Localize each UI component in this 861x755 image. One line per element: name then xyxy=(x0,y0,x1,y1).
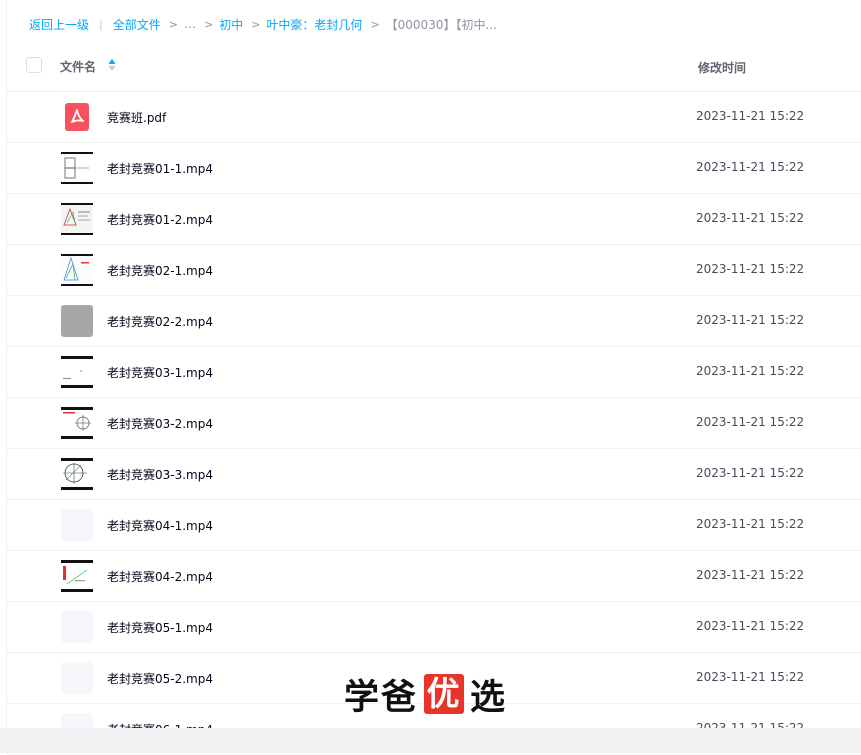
file-row[interactable]: 竞赛班.pdf 2023-11-21 15:22 xyxy=(7,92,861,143)
file-modified-time: 2023-11-21 15:22 xyxy=(696,160,805,174)
file-modified-time: 2023-11-21 15:22 xyxy=(696,415,805,429)
breadcrumb-level1[interactable]: 初中 xyxy=(219,16,243,33)
breadcrumb-divider: | xyxy=(99,17,103,31)
file-row[interactable]: 老封竞赛03-1.mp4 2023-11-21 15:22 xyxy=(7,347,861,398)
back-link[interactable]: 返回上一级 xyxy=(29,16,89,33)
file-name[interactable]: 老封竞赛02-1.mp4 xyxy=(107,262,213,279)
file-list-header: 文件名 修改时间 xyxy=(7,40,861,92)
file-row[interactable]: 老封竞赛02-1.mp4 2023-11-21 15:22 xyxy=(7,245,861,296)
file-name[interactable]: 老封竞赛01-1.mp4 xyxy=(107,160,213,177)
file-modified-time: 2023-11-21 15:22 xyxy=(696,670,805,684)
file-name[interactable]: 老封竞赛05-1.mp4 xyxy=(107,619,213,636)
time-column-header[interactable]: 修改时间 xyxy=(698,59,746,76)
file-name[interactable]: 老封竞赛03-3.mp4 xyxy=(107,466,213,483)
file-row[interactable]: 老封竞赛01-2.mp4 2023-11-21 15:22 xyxy=(7,194,861,245)
file-name[interactable]: 老封竞赛03-1.mp4 xyxy=(107,364,213,381)
file-modified-time: 2023-11-21 15:22 xyxy=(696,364,805,378)
breadcrumb-level2[interactable]: 叶中豪：老封几何 xyxy=(266,16,362,33)
select-all-checkbox[interactable] xyxy=(26,57,42,73)
video-thumbnail xyxy=(61,458,93,490)
watermark-char: 选 xyxy=(470,676,508,718)
file-modified-time: 2023-11-21 15:22 xyxy=(696,568,805,582)
video-placeholder-icon xyxy=(61,662,93,694)
file-name[interactable]: 竞赛班.pdf xyxy=(107,109,166,126)
file-row[interactable]: 老封竞赛04-1.mp4 2023-11-21 15:22 xyxy=(7,500,861,551)
video-thumbnail xyxy=(61,254,93,286)
file-row[interactable]: 老封竞赛03-2.mp4 2023-11-21 15:22 xyxy=(7,398,861,449)
file-name[interactable]: 老封竞赛04-1.mp4 xyxy=(107,517,213,534)
breadcrumb-chevron-icon: > xyxy=(251,17,261,31)
file-name[interactable]: 老封竞赛01-2.mp4 xyxy=(107,211,213,228)
breadcrumb-chevron-icon: > xyxy=(203,17,214,31)
file-row[interactable]: 老封竞赛02-2.mp4 2023-11-21 15:22 xyxy=(7,296,861,347)
breadcrumb-current: 【000030】【初中... xyxy=(385,17,497,32)
file-row[interactable]: 老封竞赛01-1.mp4 2023-11-21 15:22 xyxy=(7,143,861,194)
file-modified-time: 2023-11-21 15:22 xyxy=(696,109,805,123)
file-name[interactable]: 老封竞赛04-2.mp4 xyxy=(107,568,213,585)
file-name[interactable]: 老封竞赛05-2.mp4 xyxy=(107,670,213,687)
file-row[interactable]: 老封竞赛04-2.mp4 2023-11-21 15:22 xyxy=(7,551,861,602)
breadcrumb-chevron-icon: > xyxy=(370,17,380,31)
video-thumbnail xyxy=(61,560,93,592)
video-thumbnail xyxy=(61,305,93,337)
bottom-bar xyxy=(0,728,861,753)
breadcrumb-chevron-icon: > xyxy=(168,17,178,31)
file-modified-time: 2023-11-21 15:22 xyxy=(696,466,805,480)
file-modified-time: 2023-11-21 15:22 xyxy=(696,262,805,276)
video-placeholder-icon xyxy=(61,611,93,643)
breadcrumb: 返回上一级 | 全部文件 > … > 初中 > 叶中豪：老封几何 > 【0000… xyxy=(29,14,497,34)
sort-ascending-icon[interactable] xyxy=(108,58,116,72)
watermark-logo: 学 爸 优 选 xyxy=(344,672,516,718)
file-name[interactable]: 老封竞赛03-2.mp4 xyxy=(107,415,213,432)
video-thumbnail xyxy=(61,407,93,439)
video-thumbnail xyxy=(61,356,93,388)
watermark-char: 爸 xyxy=(381,676,419,718)
name-column-header[interactable]: 文件名 xyxy=(60,58,96,75)
video-thumbnail xyxy=(61,203,93,235)
watermark-char-highlight: 优 xyxy=(424,674,465,714)
file-modified-time: 2023-11-21 15:22 xyxy=(696,313,805,327)
video-placeholder-icon xyxy=(61,509,93,541)
file-name[interactable]: 老封竞赛02-2.mp4 xyxy=(107,313,213,330)
pdf-icon xyxy=(65,103,89,131)
file-modified-time: 2023-11-21 15:22 xyxy=(696,211,805,225)
file-modified-time: 2023-11-21 15:22 xyxy=(696,517,805,531)
file-row[interactable]: 老封竞赛05-1.mp4 2023-11-21 15:22 xyxy=(7,602,861,653)
file-list: 文件名 修改时间 竞赛班.pdf 2023-11-21 15:22 老封竞赛01… xyxy=(7,40,861,755)
breadcrumb-ellipsis[interactable]: … xyxy=(184,17,196,31)
video-thumbnail xyxy=(61,152,93,184)
watermark-char: 学 xyxy=(344,676,382,718)
file-row[interactable]: 老封竞赛03-3.mp4 2023-11-21 15:22 xyxy=(7,449,861,500)
file-modified-time: 2023-11-21 15:22 xyxy=(696,619,805,633)
breadcrumb-all-files[interactable]: 全部文件 xyxy=(113,16,161,33)
